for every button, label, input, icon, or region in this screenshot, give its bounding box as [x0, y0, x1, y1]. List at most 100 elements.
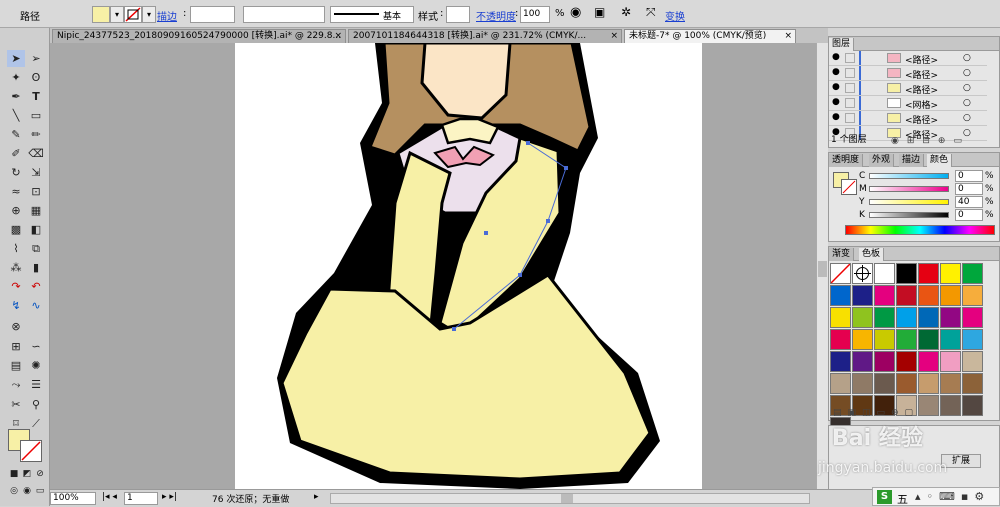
color-stroke-preview[interactable] [841, 179, 857, 195]
stroke-none-swatch[interactable] [124, 6, 142, 23]
color-swatch[interactable] [874, 351, 895, 372]
color-swatch[interactable] [896, 351, 917, 372]
close-icon[interactable]: × [334, 30, 342, 42]
zoom-select[interactable]: 100% [50, 492, 96, 505]
paintbrush-tool-icon[interactable]: ✎ [7, 126, 25, 143]
vertical-scrollbar[interactable] [816, 43, 828, 489]
fill-color-swatch[interactable] [92, 6, 110, 23]
recolor-icon[interactable]: ◉ [570, 5, 581, 20]
red-curve-tool-icon[interactable]: ↶ [27, 278, 45, 295]
tab-document-2[interactable]: 20071011846443​18 [转换].ai* @ 231.72% (CM… [348, 29, 622, 43]
color-swatch[interactable] [918, 395, 939, 416]
page-select[interactable]: 1 [124, 492, 158, 505]
color-swatch[interactable] [940, 395, 961, 416]
tab-stroke[interactable]: 描边 [899, 154, 925, 167]
pin-tool-icon[interactable]: ⚲ [27, 396, 45, 413]
color-swatch[interactable] [896, 329, 917, 350]
eye-icon[interactable]: ● [832, 82, 840, 92]
globe-tool-icon[interactable]: ⊗ [7, 318, 25, 335]
scrollbar-thumb[interactable] [818, 261, 827, 277]
color-swatch[interactable] [918, 263, 939, 284]
color-swatch[interactable] [962, 263, 983, 284]
next-page-icon[interactable]: ▸ ▸| [162, 492, 177, 502]
close-icon[interactable]: × [784, 30, 792, 42]
color-swatch[interactable] [918, 329, 939, 350]
warp-tool-icon[interactable]: ≈ [7, 183, 25, 200]
color-swatch[interactable] [874, 329, 895, 350]
color-swatch[interactable] [874, 373, 895, 394]
expand-icon[interactable]: ⤧ [646, 5, 656, 20]
layer-row[interactable]: ● <网格> ○ [829, 96, 987, 111]
channel-value[interactable]: 0 [955, 209, 983, 221]
stroke-dropdown-icon[interactable]: ▾ [142, 6, 156, 23]
channel-slider[interactable] [869, 199, 949, 205]
color-swatch[interactable] [852, 285, 873, 306]
status-menu-icon[interactable]: ▸ [314, 492, 319, 502]
opacity-input[interactable]: 100 [520, 6, 550, 23]
channel-slider[interactable] [869, 212, 949, 218]
artboard-tool-icon[interactable]: ⊞ [7, 338, 25, 355]
column-graph-tool-icon[interactable]: ▮ [27, 259, 45, 276]
color-swatch[interactable] [918, 351, 939, 372]
swatch-actions-icon[interactable]: ▤▣◫▭⊕▢ [833, 408, 919, 418]
tab-transparency[interactable]: 透明度 [829, 154, 864, 167]
channel-value[interactable]: 40 [955, 196, 983, 208]
target-icon[interactable]: ○ [963, 83, 971, 93]
layer-actions-icon[interactable]: ◉⊞⊟⊕▭ [891, 136, 970, 146]
lasso-tool-icon[interactable]: ʘ [27, 69, 45, 86]
scissors-tool-icon[interactable]: ✂ [7, 396, 25, 413]
symbol-sprayer-tool-icon[interactable]: ⁂ [7, 259, 25, 276]
swatch-none[interactable] [830, 263, 851, 284]
color-swatch[interactable] [852, 351, 873, 372]
align-icon[interactable]: ▣ [594, 5, 605, 19]
color-swatch[interactable] [874, 285, 895, 306]
none-mode-icon[interactable]: ⊘ [31, 466, 49, 483]
layer-row[interactable]: ● <路径> ○ [829, 111, 987, 126]
color-swatch[interactable] [940, 329, 961, 350]
style-select[interactable] [446, 6, 470, 23]
stroke-color-box[interactable] [20, 440, 42, 462]
channel-slider[interactable] [869, 173, 949, 179]
color-swatch[interactable] [918, 373, 939, 394]
magic-wand-tool-icon[interactable]: ✦ [7, 69, 25, 86]
ime-actions-icon[interactable]: ▴◦⌨▪⚙ [915, 490, 990, 503]
color-swatch[interactable] [852, 329, 873, 350]
color-swatch[interactable] [940, 373, 961, 394]
layer-row[interactable]: ● <路径> ○ [829, 66, 987, 81]
type-tool-icon[interactable]: T [27, 88, 45, 105]
wave-tool-icon[interactable]: ∿ [27, 297, 45, 314]
channel-slider[interactable] [869, 186, 949, 192]
color-swatch[interactable] [830, 329, 851, 350]
fill-dropdown-icon[interactable]: ▾ [110, 6, 124, 23]
canvas-area[interactable] [50, 43, 816, 489]
blend-tool-icon[interactable]: ⧉ [27, 240, 45, 257]
color-swatch[interactable] [940, 263, 961, 284]
tab-layers[interactable]: 图层 [829, 38, 855, 51]
tab-gradient[interactable]: 渐变 [829, 248, 855, 261]
pen-tool-icon[interactable]: ✒ [7, 88, 25, 105]
target-icon[interactable]: ○ [963, 53, 971, 63]
lock-toggle[interactable] [845, 98, 855, 108]
opacity-link[interactable]: 不透明度 [476, 8, 516, 23]
tab-swatches[interactable]: 色板 [859, 248, 885, 261]
color-swatch[interactable] [896, 285, 917, 306]
color-swatch[interactable] [918, 307, 939, 328]
ime-logo-icon[interactable]: S [877, 490, 892, 504]
isolate-icon[interactable]: ✲ [621, 5, 631, 19]
color-swatch[interactable] [940, 351, 961, 372]
color-swatch[interactable] [874, 263, 895, 284]
color-swatch[interactable] [896, 373, 917, 394]
target-icon[interactable]: ○ [963, 68, 971, 78]
target-icon[interactable]: ○ [963, 98, 971, 108]
channel-value[interactable]: 0 [955, 183, 983, 195]
horizontal-scrollbar[interactable] [330, 493, 810, 504]
color-swatch[interactable] [962, 307, 983, 328]
red-arrow-tool-icon[interactable]: ↷ [7, 278, 25, 295]
eye-icon[interactable]: ● [832, 97, 840, 107]
eyedropper-tool-icon[interactable]: ⌇ [7, 240, 25, 257]
lock-toggle[interactable] [845, 113, 855, 123]
lock-toggle[interactable] [845, 83, 855, 93]
tab-document-3[interactable]: 未标题-7* @ 100% (CMYK/预览) × [624, 29, 796, 43]
screen-mode-icon[interactable]: ▭ [31, 483, 49, 500]
pencil-tool-icon[interactable]: ✏ [27, 126, 45, 143]
